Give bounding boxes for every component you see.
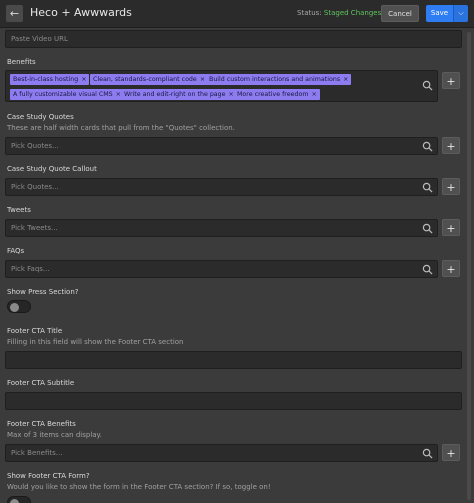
case-study-quotes-input[interactable]: Pick Quotes... xyxy=(5,137,438,155)
faqs-input[interactable]: Pick Faqs... xyxy=(5,260,438,278)
press-section-label: Show Press Section? xyxy=(7,288,79,296)
benefit-tag-label: More creative freedom xyxy=(237,91,309,98)
top-bar: ← Heco + Awwwards Status: Staged Changes… xyxy=(0,0,474,28)
search-icon xyxy=(422,264,433,275)
search-icon xyxy=(422,141,433,152)
quote-callout-placeholder: Pick Quotes... xyxy=(11,183,59,191)
press-section-toggle[interactable] xyxy=(7,300,31,313)
quote-callout-label: Case Study Quote Callout xyxy=(7,165,97,173)
save-button[interactable]: Save xyxy=(426,5,453,22)
benefit-tag: More creative freedom × xyxy=(234,89,320,100)
tweets-placeholder: Pick Tweets... xyxy=(11,224,58,232)
status-value: Staged Changes xyxy=(323,9,382,17)
footer-cta-title-input[interactable] xyxy=(5,351,462,369)
benefit-tag: Clean, standards-compliant code × xyxy=(90,74,209,85)
footer-cta-subtitle-input[interactable] xyxy=(5,392,462,410)
status-text: Status: Staged Changes xyxy=(297,9,381,17)
benefit-tag-label: Clean, standards-compliant code xyxy=(93,76,197,83)
benefit-tag: Build custom interactions and animations… xyxy=(206,74,352,85)
benefit-tag-label: Build custom interactions and animations xyxy=(209,76,341,83)
benefit-tag-label: Write and edit-right on the page xyxy=(124,91,226,98)
chevron-down-icon: ⌵ xyxy=(458,9,464,17)
benefit-tag: A fully customizable visual CMS × xyxy=(10,89,124,100)
faqs-label: FAQs xyxy=(7,247,25,255)
footer-cta-form-toggle[interactable] xyxy=(7,496,31,503)
quote-callout-input[interactable]: Pick Quotes... xyxy=(5,178,438,196)
footer-cta-title-help: Filling in this field will show the Foot… xyxy=(7,338,184,346)
tweets-label: Tweets xyxy=(7,206,31,214)
footer-cta-benefits-help: Max of 3 items can display. xyxy=(7,431,102,439)
remove-tag-icon[interactable]: × xyxy=(311,91,316,98)
scrollbar[interactable] xyxy=(467,32,471,500)
toggle-knob xyxy=(10,302,19,312)
page-title: Heco + Awwwards xyxy=(30,6,132,19)
add-faq-button[interactable]: + xyxy=(442,260,460,277)
footer-cta-benefits-placeholder: Pick Benefits... xyxy=(11,449,63,457)
cancel-button[interactable]: Cancel xyxy=(381,5,419,22)
benefit-tag: Best-in-class hosting × xyxy=(10,74,90,85)
search-icon xyxy=(422,448,433,459)
benefit-tag-label: A fully customizable visual CMS xyxy=(13,91,113,98)
arrow-left-icon: ← xyxy=(9,7,20,20)
add-footer-benefit-button[interactable]: + xyxy=(442,444,460,461)
save-options-button[interactable]: ⌵ xyxy=(453,5,468,22)
add-benefit-button[interactable]: + xyxy=(442,72,460,89)
video-url-input[interactable]: Paste Video URL xyxy=(5,30,462,48)
footer-cta-title-label: Footer CTA Title xyxy=(7,327,63,335)
remove-tag-icon[interactable]: × xyxy=(343,76,348,83)
tweets-input[interactable]: Pick Tweets... xyxy=(5,219,438,237)
search-icon xyxy=(422,182,433,193)
search-icon xyxy=(422,80,433,91)
remove-tag-icon[interactable]: × xyxy=(200,76,205,83)
footer-cta-subtitle-label: Footer CTA Subtitle xyxy=(7,379,75,387)
remove-tag-icon[interactable]: × xyxy=(81,76,86,83)
add-quote-callout-button[interactable]: + xyxy=(442,178,460,195)
video-url-placeholder: Paste Video URL xyxy=(11,35,68,43)
search-icon xyxy=(422,223,433,234)
benefit-tag: Write and edit-right on the page × xyxy=(121,89,237,100)
footer-cta-benefits-label: Footer CTA Benefits xyxy=(7,420,76,428)
add-tweet-button[interactable]: + xyxy=(442,219,460,236)
add-quote-button[interactable]: + xyxy=(442,137,460,154)
case-study-quotes-label: Case Study Quotes xyxy=(7,113,74,121)
benefit-tag-label: Best-in-class hosting xyxy=(13,76,79,83)
case-study-quotes-placeholder: Pick Quotes... xyxy=(11,142,59,150)
faqs-placeholder: Pick Faqs... xyxy=(11,265,50,273)
toggle-knob xyxy=(10,498,19,503)
footer-cta-form-help: Would you like to show the form in the F… xyxy=(7,483,271,491)
status-label: Status: xyxy=(297,9,322,17)
footer-cta-form-label: Show Footer CTA Form? xyxy=(7,472,90,480)
footer-cta-benefits-input[interactable]: Pick Benefits... xyxy=(5,444,438,462)
back-button[interactable]: ← xyxy=(6,5,23,22)
benefits-label: Benefits xyxy=(7,58,36,66)
case-study-quotes-help: These are half width cards that pull fro… xyxy=(7,124,235,132)
